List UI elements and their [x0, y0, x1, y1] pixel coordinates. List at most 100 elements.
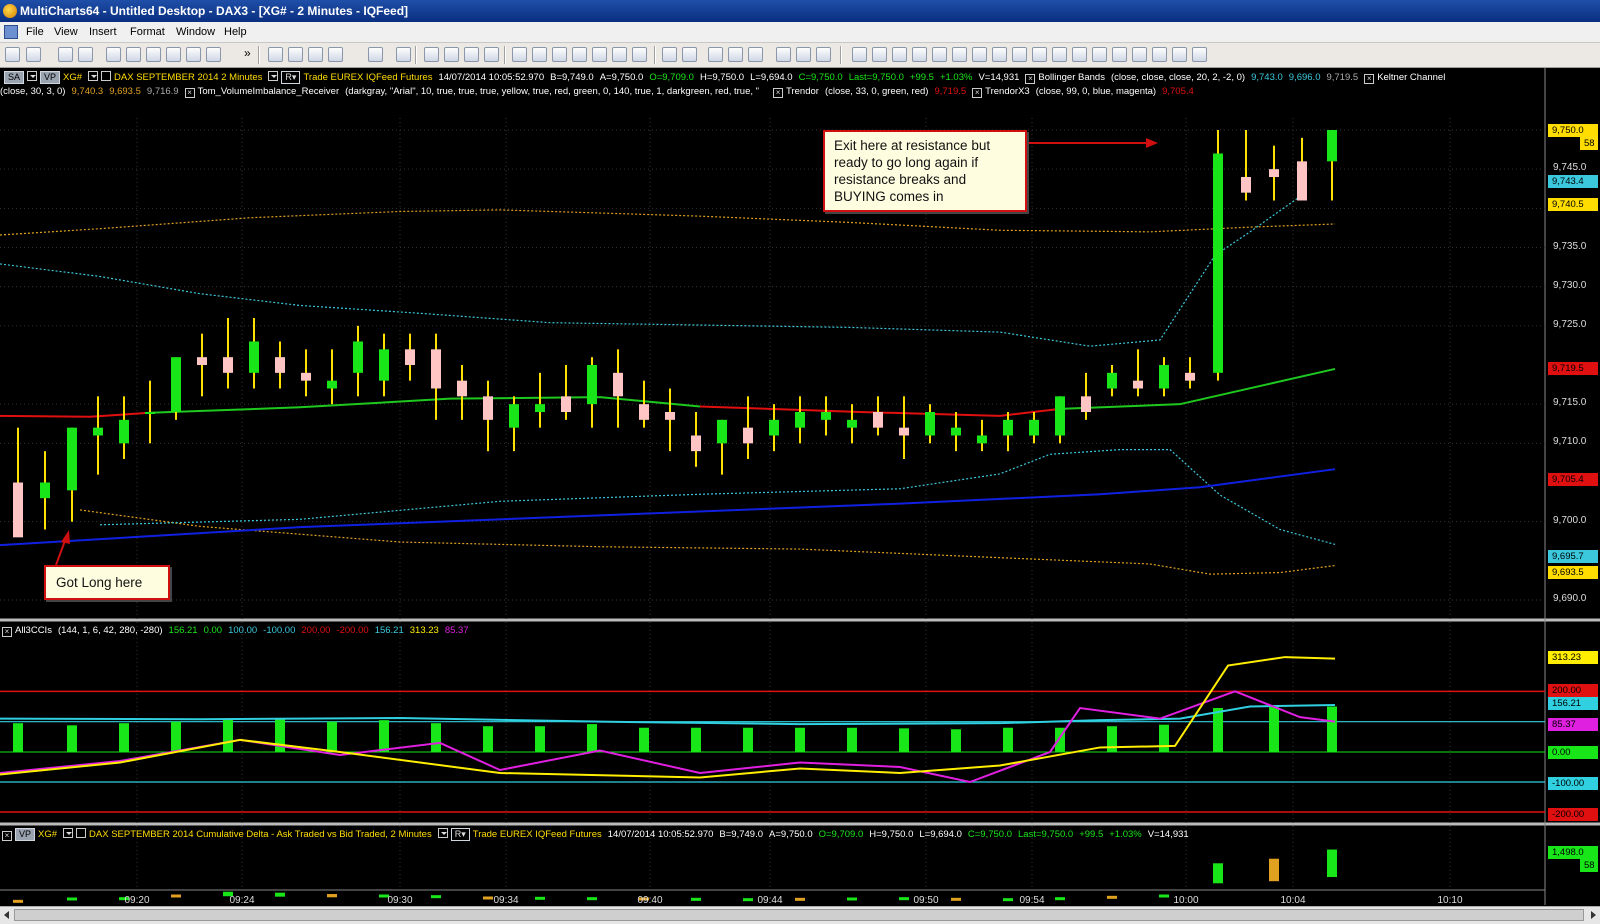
- scroll-right-icon[interactable]: [872, 47, 887, 62]
- footprint-icon[interactable]: [572, 47, 587, 62]
- new-scanner-icon[interactable]: [126, 47, 141, 62]
- candle-body: [1159, 365, 1169, 389]
- eye-icon[interactable]: [1172, 47, 1187, 62]
- undo-icon[interactable]: [1112, 47, 1127, 62]
- zoom-out-icon[interactable]: [1072, 47, 1087, 62]
- sa-chip[interactable]: SA: [4, 71, 25, 84]
- close-indicator-icon[interactable]: ×: [773, 88, 784, 98]
- hourglass-icon[interactable]: [892, 47, 907, 62]
- redo-icon[interactable]: [1132, 47, 1147, 62]
- new-report-icon[interactable]: [206, 47, 221, 62]
- toolbar-overflow-icon[interactable]: »: [244, 46, 251, 60]
- up-down-icon[interactable]: [912, 47, 927, 62]
- new-dom-icon[interactable]: [146, 47, 161, 62]
- fibonacci-icon[interactable]: [816, 47, 831, 62]
- chart-window[interactable]: [0, 68, 1600, 914]
- candle-body: [795, 412, 805, 428]
- chevron-down-icon[interactable]: [27, 71, 38, 81]
- arrow-down-icon[interactable]: [952, 47, 967, 62]
- close-indicator-icon[interactable]: ×: [2, 627, 12, 637]
- trendline-icon[interactable]: [512, 47, 527, 62]
- grid-icon[interactable]: [632, 47, 647, 62]
- realtime-chip[interactable]: R▾: [281, 71, 301, 84]
- document-icon[interactable]: [4, 25, 18, 39]
- panel-icon[interactable]: [101, 71, 112, 81]
- strategy-icon[interactable]: [288, 47, 303, 62]
- zoom-reset-icon[interactable]: [1092, 47, 1107, 62]
- hline-icon[interactable]: [728, 47, 743, 62]
- trendorx3-tag: 9,705.4: [1548, 473, 1598, 486]
- candlestick-icon[interactable]: [444, 47, 459, 62]
- got-long-annotation[interactable]: Got Long here: [44, 565, 170, 600]
- signals-icon[interactable]: [308, 47, 323, 62]
- menu-window[interactable]: Window: [176, 26, 215, 38]
- new-workspace-icon[interactable]: [5, 47, 20, 62]
- cursor-icon[interactable]: [662, 47, 677, 62]
- chevron-down-icon[interactable]: [268, 71, 279, 81]
- candle-body: [119, 419, 129, 444]
- scroll-left-arrow-icon[interactable]: [2, 910, 12, 920]
- dot-chart-icon[interactable]: [484, 47, 499, 62]
- open-icon[interactable]: [26, 47, 41, 62]
- ellipse-icon[interactable]: [796, 47, 811, 62]
- exit-annotation-line: Exit here at resistance but: [834, 138, 991, 153]
- chevron-down-icon[interactable]: [437, 828, 448, 838]
- scroll-left-icon[interactable]: [852, 47, 867, 62]
- expand-icon[interactable]: [1032, 47, 1047, 62]
- time-axis-label: 09:54: [1019, 895, 1045, 906]
- menu-help[interactable]: Help: [224, 26, 247, 38]
- link-icon[interactable]: [1152, 47, 1167, 62]
- drawing-color-icon[interactable]: [328, 47, 343, 62]
- compress-icon[interactable]: [1012, 47, 1027, 62]
- refresh-icon[interactable]: [368, 47, 383, 62]
- table-icon[interactable]: [612, 47, 627, 62]
- cci-tag-156: 156.21: [1548, 697, 1598, 710]
- arrow-up-icon[interactable]: [932, 47, 947, 62]
- close-indicator-icon[interactable]: ×: [184, 88, 195, 98]
- text-icon[interactable]: [708, 47, 723, 62]
- cci-histogram-bar: [483, 726, 493, 752]
- horizontal-scrollbar[interactable]: [0, 906, 1600, 924]
- exit-annotation[interactable]: Exit here at resistance but ready to go …: [823, 130, 1027, 212]
- time-axis-label: 09:40: [637, 895, 663, 906]
- menu-format[interactable]: Format: [130, 26, 165, 38]
- menu-file[interactable]: File: [26, 26, 44, 38]
- histogram-icon[interactable]: [592, 47, 607, 62]
- chevron-down-icon[interactable]: [88, 71, 99, 81]
- close-indicator-icon[interactable]: ×: [1025, 74, 1036, 84]
- crosshair-icon[interactable]: [682, 47, 697, 62]
- rectangle-icon[interactable]: [776, 47, 791, 62]
- candle-body: [1029, 419, 1039, 436]
- bar-chart-icon[interactable]: [424, 47, 439, 62]
- candle-body: [67, 427, 77, 491]
- save-icon[interactable]: [58, 47, 73, 62]
- got-long-label: Got Long here: [56, 575, 143, 590]
- menu-insert[interactable]: Insert: [89, 26, 117, 38]
- close-indicator-icon[interactable]: ×: [2, 831, 12, 841]
- line-chart-icon[interactable]: [464, 47, 479, 62]
- new-chart-icon[interactable]: [106, 47, 121, 62]
- vp-chip[interactable]: VP: [15, 828, 36, 841]
- close-indicator-icon[interactable]: ×: [1364, 74, 1375, 84]
- realtime-chip[interactable]: R▾: [450, 828, 470, 841]
- menu-view[interactable]: View: [54, 26, 78, 38]
- scroll-right-arrow-icon[interactable]: [1588, 910, 1598, 920]
- volume-profile-icon[interactable]: [552, 47, 567, 62]
- panel-icon[interactable]: [76, 828, 87, 838]
- scrollbar-thumb[interactable]: [14, 909, 1584, 921]
- arrow-left-icon[interactable]: [972, 47, 987, 62]
- vline-icon[interactable]: [748, 47, 763, 62]
- chart-canvas[interactable]: [0, 68, 1600, 914]
- vp-chip[interactable]: VP: [40, 71, 61, 84]
- ray-icon[interactable]: [532, 47, 547, 62]
- new-order-icon[interactable]: [166, 47, 181, 62]
- indicator-icon[interactable]: [268, 47, 283, 62]
- close-icon[interactable]: [78, 47, 93, 62]
- new-portfolio-icon[interactable]: [186, 47, 201, 62]
- close-indicator-icon[interactable]: ×: [972, 88, 983, 98]
- arrow-right-icon[interactable]: [992, 47, 1007, 62]
- format-symbol-icon[interactable]: [396, 47, 411, 62]
- zoom-in-icon[interactable]: [1052, 47, 1067, 62]
- chevron-down-icon[interactable]: [63, 828, 74, 838]
- hand-icon[interactable]: [1192, 47, 1207, 62]
